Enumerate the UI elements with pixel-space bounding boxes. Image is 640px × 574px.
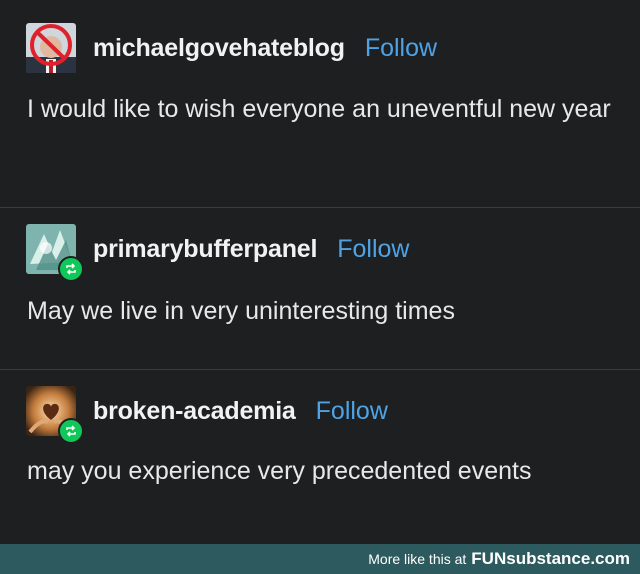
post-text: may you experience very precedented even… — [27, 457, 532, 485]
username[interactable]: broken-academia — [93, 397, 296, 426]
post-text: I would like to wish everyone an unevent… — [27, 95, 611, 123]
post: broken-academia Follow may you experienc… — [0, 370, 640, 544]
avatar[interactable] — [26, 386, 84, 444]
post-header: broken-academia Follow — [26, 385, 388, 444]
follow-button[interactable]: Follow — [365, 34, 437, 63]
watermark-footer: More like this at FUNsubstance.com — [0, 544, 640, 574]
follow-button[interactable]: Follow — [337, 235, 409, 264]
footer-prefix: More like this at — [368, 551, 467, 567]
username[interactable]: primarybufferpanel — [93, 235, 317, 264]
post: primarybufferpanel Follow May we live in… — [0, 208, 640, 370]
reblog-icon — [58, 256, 84, 282]
avatar[interactable] — [26, 23, 76, 73]
footer-brand[interactable]: FUNsubstance.com — [471, 549, 630, 569]
reblog-icon — [58, 418, 84, 444]
avatar-image-icon — [26, 23, 76, 73]
post-header: michaelgovehateblog Follow — [26, 22, 437, 74]
follow-button[interactable]: Follow — [316, 397, 388, 426]
post-text: May we live in very uninteresting times — [27, 297, 455, 325]
post: michaelgovehateblog Follow I would like … — [0, 0, 640, 208]
username[interactable]: michaelgovehateblog — [93, 34, 345, 63]
post-header: primarybufferpanel Follow — [26, 223, 409, 282]
avatar[interactable] — [26, 224, 84, 282]
